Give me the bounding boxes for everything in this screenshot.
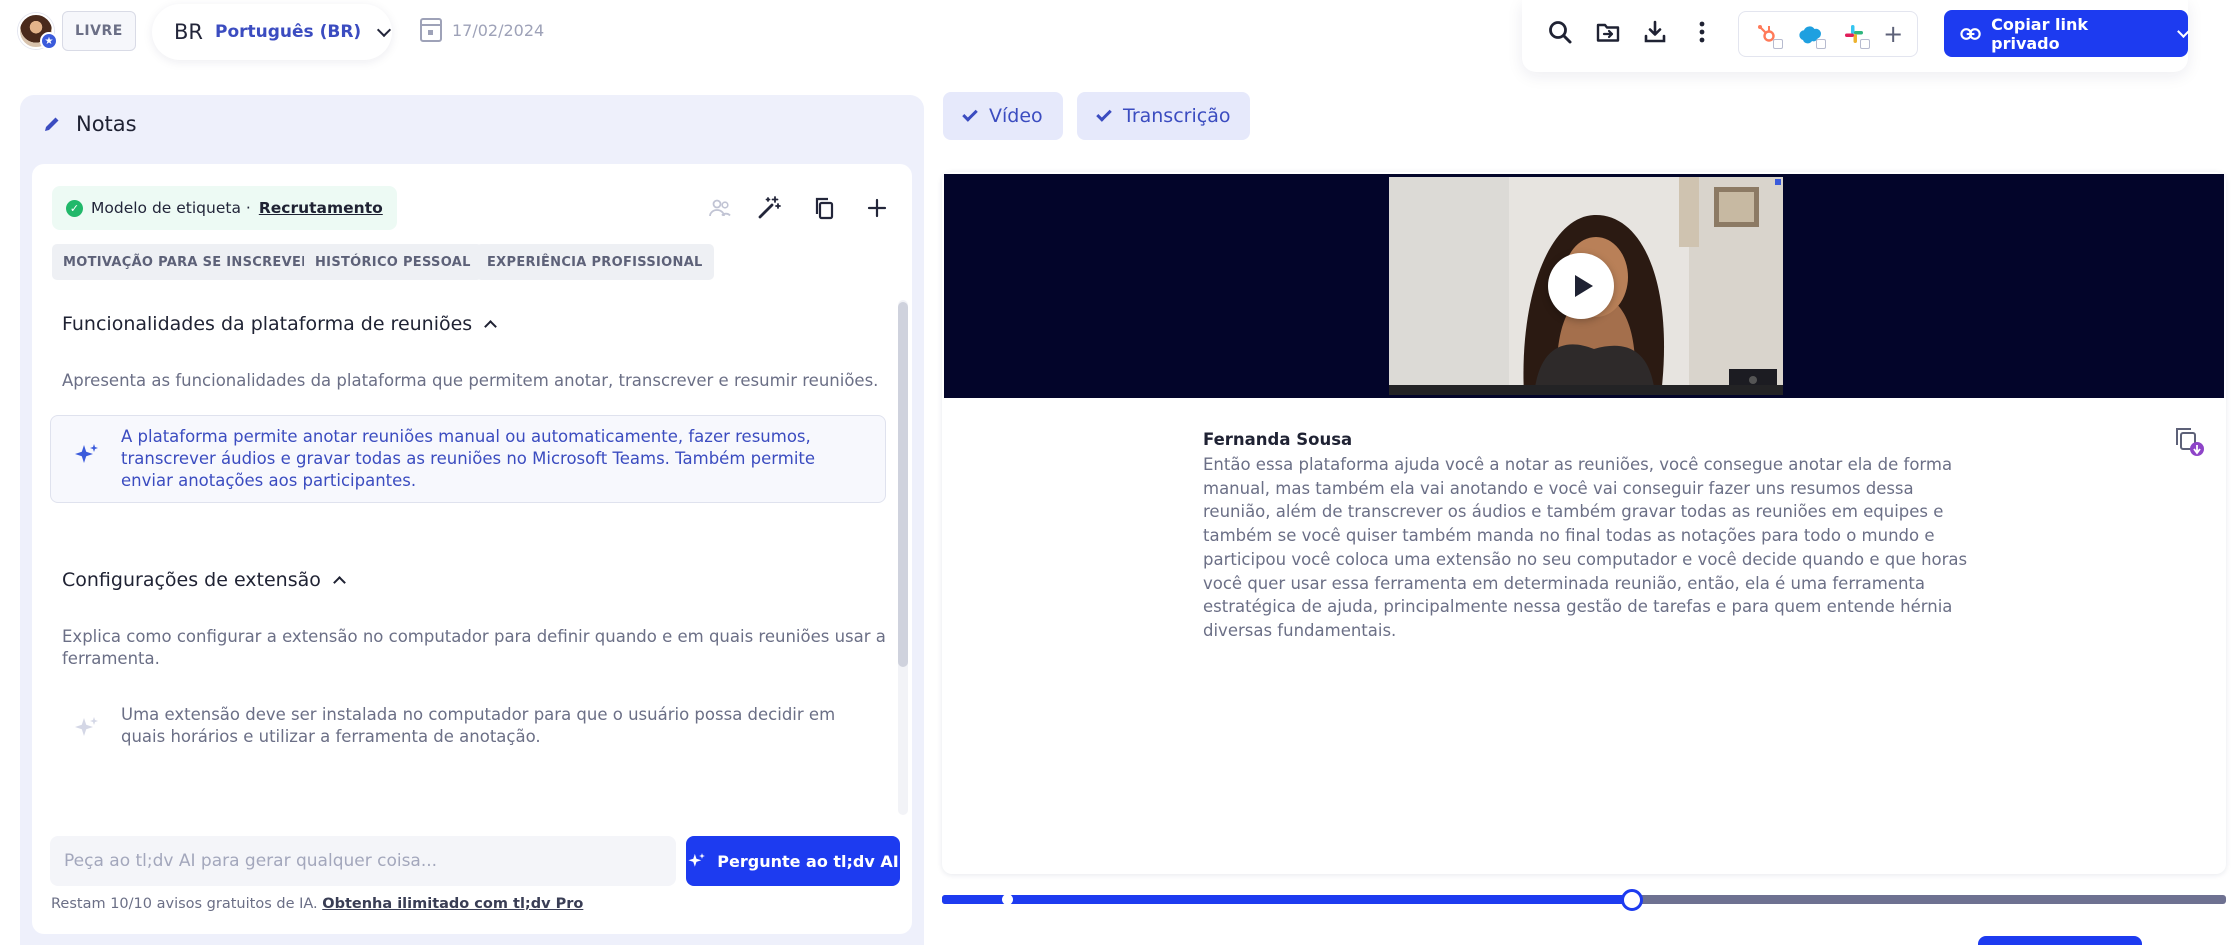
chevron-up-icon[interactable] [333,576,346,589]
section-header[interactable]: Configurações de extensão [62,569,346,591]
language-selector[interactable]: BR Português (BR) [152,4,392,60]
more-options-icon[interactable] [1685,15,1719,49]
copy-transcript-icon[interactable] [2172,424,2206,458]
upgrade-link[interactable]: Obtenha ilimitado com tl;dv Pro [322,896,583,912]
template-name-link[interactable]: Recrutamento [259,199,383,217]
ask-ai-button[interactable]: Pergunte ao tl;dv AI [686,836,900,886]
free-prompts-text: Restam 10/10 avisos gratuitos de IA. [51,896,318,912]
section-header[interactable]: Funcionalidades da plataforma de reuniõe… [62,313,498,335]
check-icon [1096,106,1112,122]
tab-transcript[interactable]: Transcrição [1077,92,1251,140]
check-circle-icon: ✓ [66,199,83,217]
notes-title: Notas [76,112,137,136]
notes-header: Notas [42,112,137,136]
move-to-folder-icon[interactable] [1591,15,1625,49]
tag-chip[interactable]: MOTIVAÇÃO PARA SE INSCREVER [52,244,323,280]
calendar-icon [420,18,442,42]
ask-ai-label: Pergunte ao tl;dv AI [717,851,899,871]
chevron-up-icon[interactable] [484,320,498,333]
section-title: Funcionalidades da plataforma de reuniõe… [62,313,473,335]
ai-summary-text: Uma extensão deve ser instalada no compu… [121,705,836,746]
chevron-down-icon[interactable] [2177,25,2190,38]
language-code: BR [174,20,203,44]
integrations-group: + [1738,11,1918,57]
hubspot-icon[interactable] [1753,20,1783,49]
bottom-action-button[interactable] [1978,936,2142,945]
star-badge-icon: ★ [40,32,58,50]
copy-link-label: Copiar link privado [1991,14,2089,53]
template-prefix: Modelo de etiqueta · [91,199,251,217]
magic-wand-icon[interactable] [752,191,786,225]
search-icon[interactable] [1543,15,1577,49]
language-name: Português (BR) [215,22,362,42]
play-button[interactable] [1548,253,1614,319]
add-integration-button[interactable]: + [1883,20,1903,48]
ai-summary-box: A plataforma permite anotar reuniões man… [50,415,886,503]
ai-summary-text: A plataforma permite anotar reuniões man… [121,427,816,490]
slack-icon[interactable] [1840,20,1870,49]
free-prompts-notice: Restam 10/10 avisos gratuitos de IA. Obt… [51,896,583,912]
progress-knob[interactable] [1620,889,1643,911]
notes-scrollbar-thumb[interactable] [898,302,908,667]
transcript-text: Então essa plataforma ajuda você a notar… [1203,455,1968,640]
speaker-name: Fernanda Sousa [1203,430,1353,449]
tab-video[interactable]: Vídeo [943,92,1063,140]
progress-fill [942,895,1632,904]
ask-ai-input[interactable] [50,836,676,886]
download-icon[interactable] [1638,15,1672,49]
section-title: Configurações de extensão [62,569,321,591]
tag-chip[interactable]: EXPERIÊNCIA PROFISSIONAL [476,244,714,280]
section-description: Apresenta as funcionalidades da platafor… [62,371,879,390]
progress-marker[interactable] [1002,894,1013,905]
sparkle-icon [75,444,98,463]
chevron-down-icon [377,22,392,38]
pencil-icon [45,117,59,131]
copy-icon[interactable] [807,191,841,225]
plan-badge: LIVRE [62,11,136,51]
sparkle-icon [688,853,706,867]
salesforce-icon[interactable] [1796,20,1827,49]
copy-private-link-button[interactable]: Copiar link privado [1944,10,2190,57]
tab-label: Vídeo [989,105,1043,127]
add-icon[interactable] [860,191,894,225]
label-template-chip[interactable]: ✓ Modelo de etiqueta · Recrutamento [52,186,397,230]
ai-summary-box: Uma extensão deve ser instalada no compu… [50,693,886,761]
tab-label: Transcrição [1123,105,1231,127]
play-icon [1574,275,1593,297]
date-text: 17/02/2024 [452,20,545,40]
participants-icon[interactable] [703,191,737,225]
sparkle-icon [75,717,98,736]
tag-chip[interactable]: HISTÓRICO PESSOAL [304,244,482,280]
section-description: Explica como configurar a extensão no co… [62,627,886,668]
link-icon [1960,27,1981,40]
check-icon [962,106,978,122]
meeting-date: 17/02/2024 [420,16,544,44]
